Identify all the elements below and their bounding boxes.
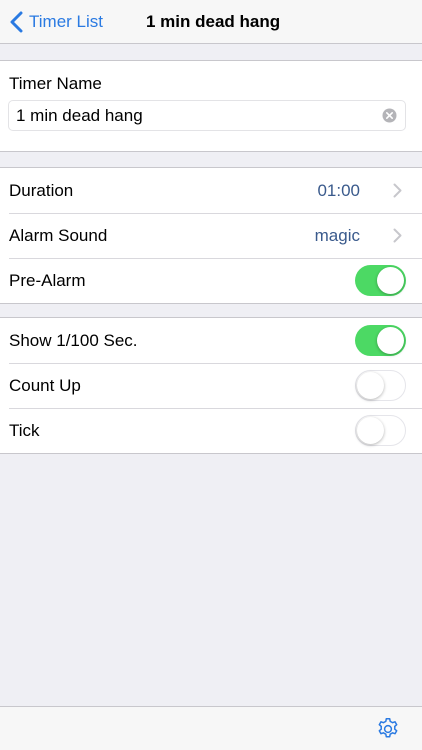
toggle-knob	[377, 327, 404, 354]
duration-value: 01:00	[317, 181, 360, 200]
bottom-toolbar	[0, 706, 422, 750]
timer-name-value: 1 min dead hang	[16, 106, 143, 125]
toggle-knob	[357, 416, 384, 444]
navigation-bar: Timer List 1 min dead hang	[0, 0, 422, 44]
toggle-knob	[377, 267, 404, 294]
back-button[interactable]: Timer List	[10, 0, 103, 44]
alarm-sound-row[interactable]: Alarm Sound magic	[0, 213, 422, 258]
display-options-section: Show 1/100 Sec. Count Up Tick	[0, 317, 422, 454]
pre-alarm-row: Pre-Alarm	[0, 258, 422, 303]
count-up-label: Count Up	[9, 375, 81, 395]
clear-icon[interactable]	[382, 108, 397, 123]
pre-alarm-toggle[interactable]	[355, 265, 406, 296]
duration-label: Duration	[9, 180, 74, 200]
page-title: 1 min dead hang	[146, 12, 281, 31]
show-hundredths-row: Show 1/100 Sec.	[0, 318, 422, 363]
chevron-left-icon	[10, 11, 23, 33]
duration-row[interactable]: Duration 01:00	[0, 168, 422, 213]
count-up-row: Count Up	[0, 363, 422, 408]
tick-row: Tick	[0, 408, 422, 453]
tick-label: Tick	[9, 420, 40, 440]
count-up-toggle[interactable]	[355, 370, 406, 401]
back-button-label: Timer List	[29, 12, 103, 31]
show-hundredths-label: Show 1/100 Sec.	[9, 330, 138, 350]
alarm-sound-label: Alarm Sound	[9, 225, 108, 245]
timer-settings-section: Duration 01:00 Alarm Sound magic Pre-Ala…	[0, 167, 422, 304]
chevron-right-icon	[393, 228, 402, 243]
pre-alarm-label: Pre-Alarm	[9, 270, 86, 290]
alarm-sound-value: magic	[314, 226, 360, 245]
gear-icon[interactable]	[376, 717, 400, 741]
toggle-knob	[357, 371, 384, 399]
tick-toggle[interactable]	[355, 415, 406, 446]
timer-name-field[interactable]: 1 min dead hang	[8, 100, 406, 131]
show-hundredths-toggle[interactable]	[355, 325, 406, 356]
timer-name-label: Timer Name	[9, 74, 102, 93]
chevron-right-icon	[393, 183, 402, 198]
timer-name-section: Timer Name 1 min dead hang	[0, 60, 422, 152]
